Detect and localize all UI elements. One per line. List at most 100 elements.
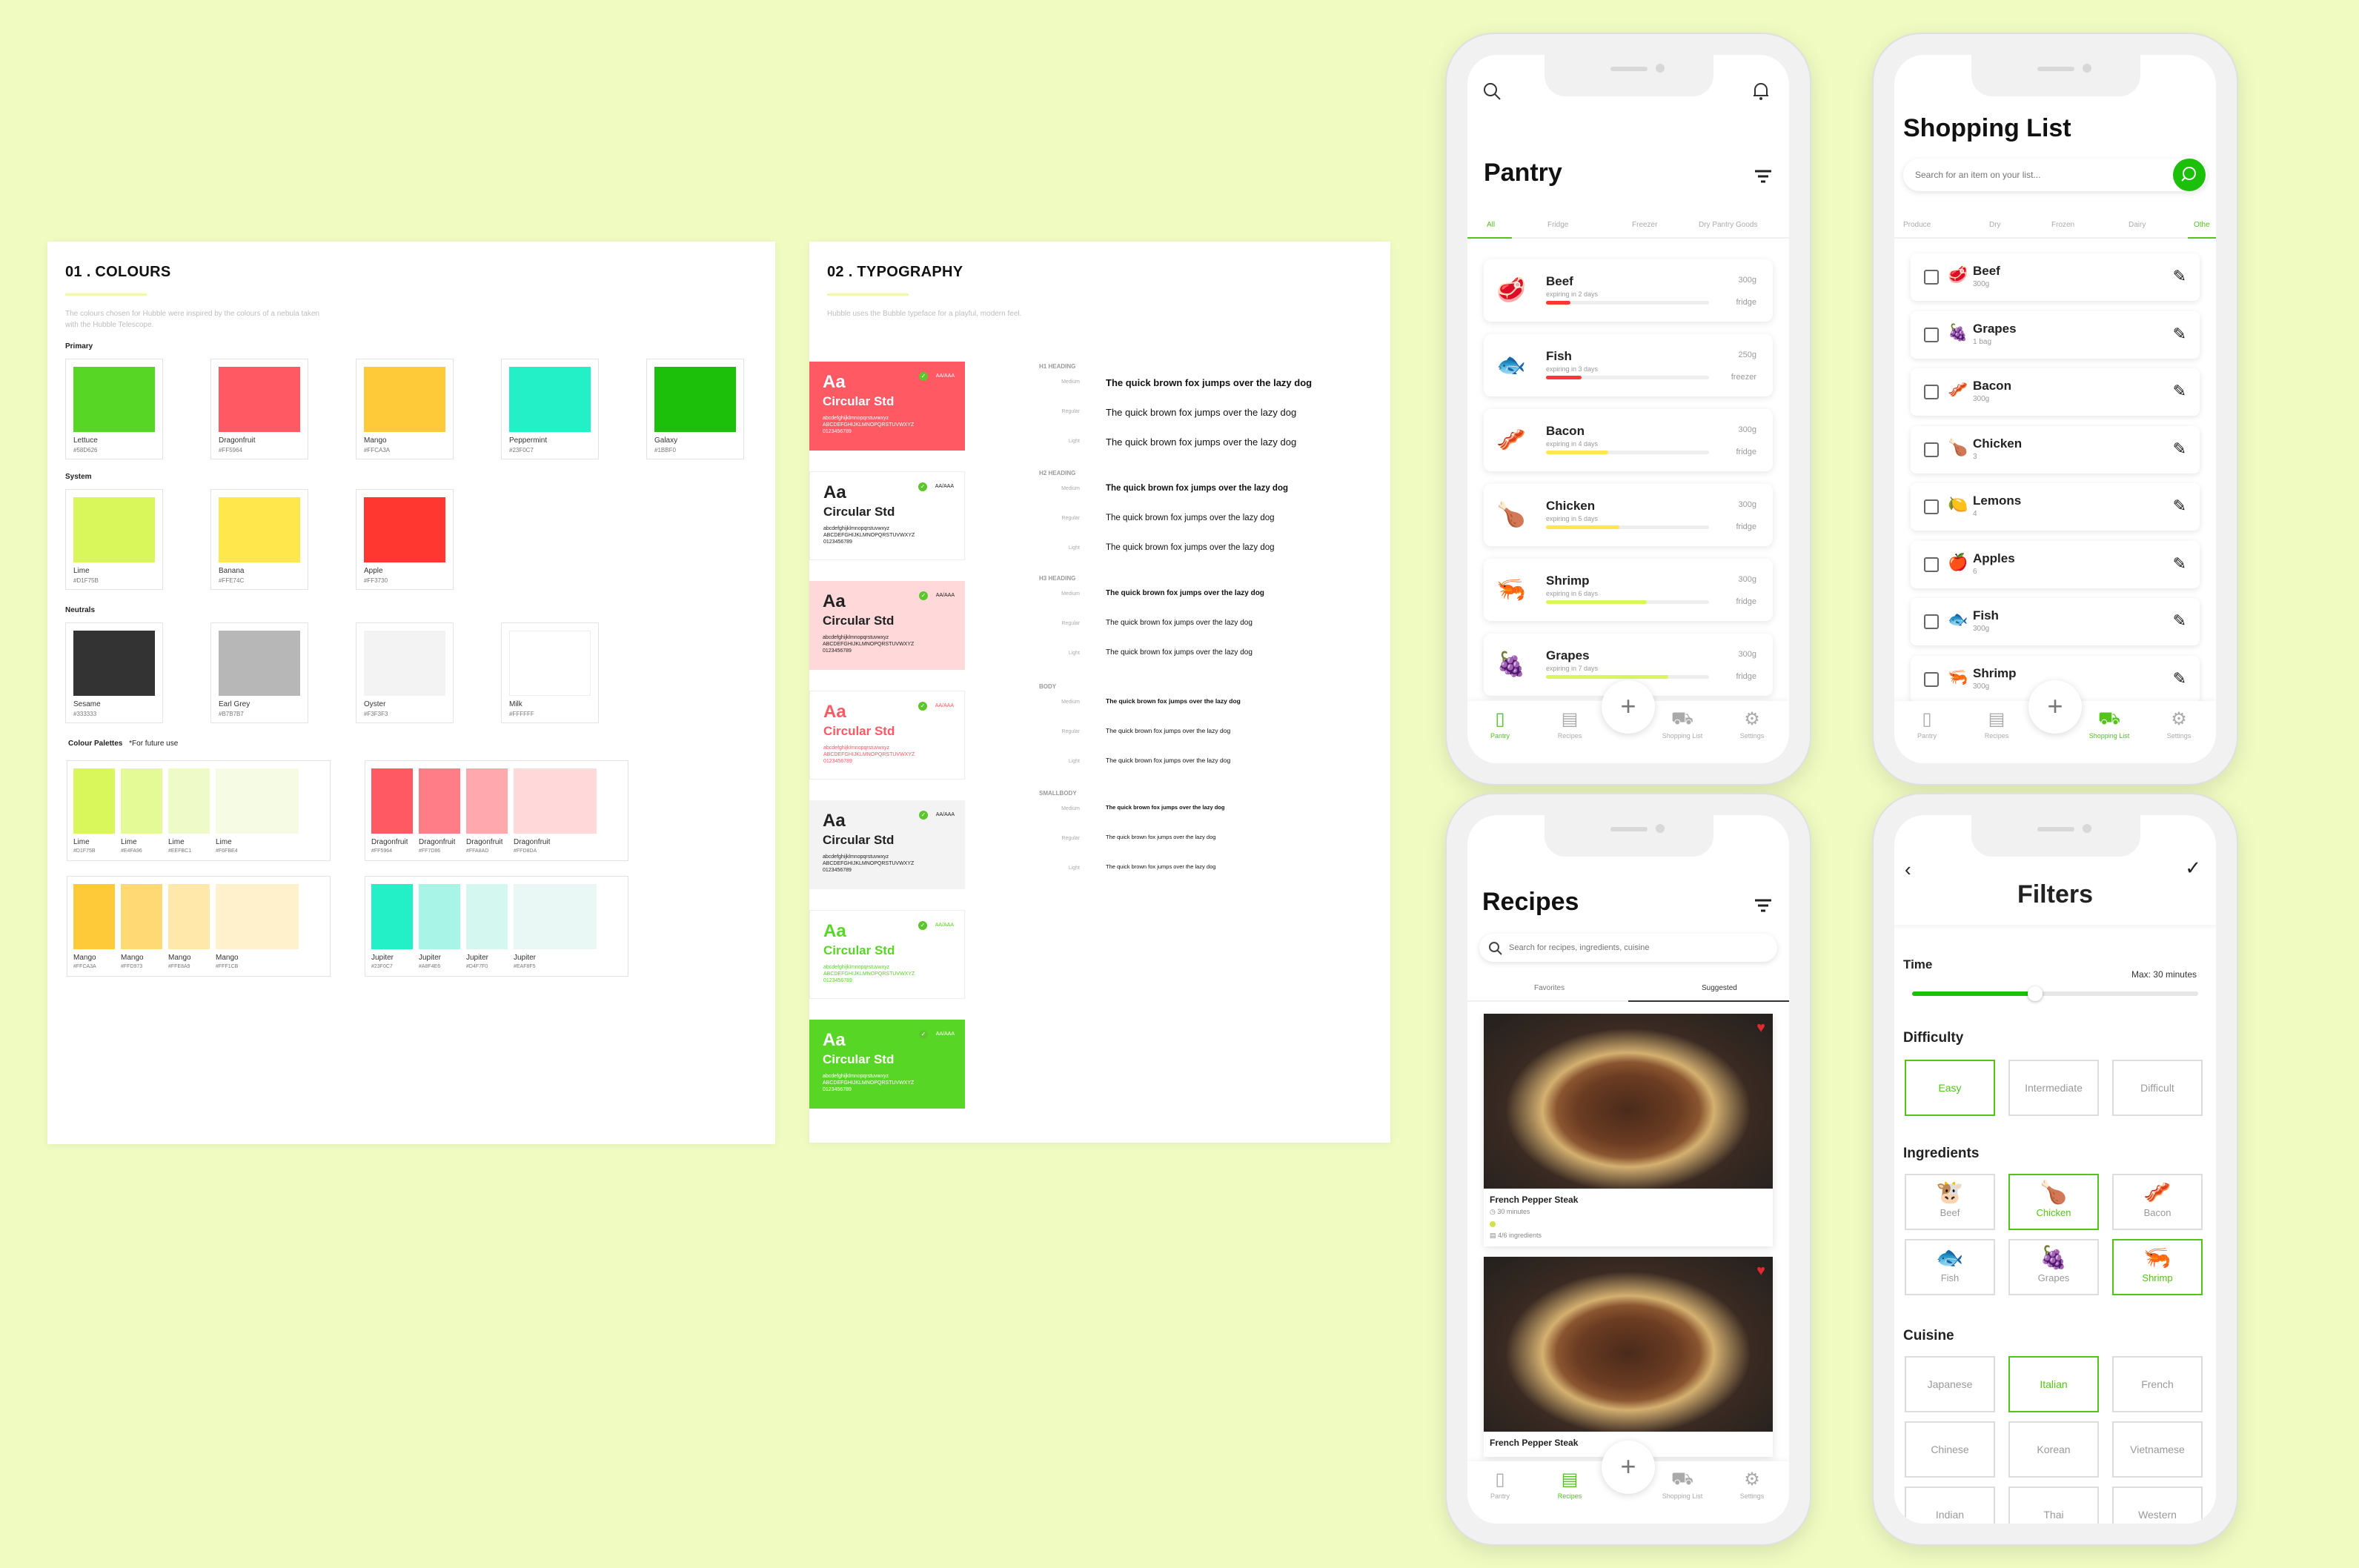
tab-dairy[interactable]: Dairy xyxy=(2129,221,2146,229)
tab-freezer[interactable]: Freezer xyxy=(1632,221,1657,229)
add-button[interactable]: + xyxy=(1602,680,1655,734)
nav-recipes[interactable]: ▤ Recipes xyxy=(1967,708,2026,740)
nav-recipes[interactable]: ▤ Recipes xyxy=(1540,708,1599,740)
edit-icon[interactable]: ✎ xyxy=(2173,382,2186,401)
heart-icon[interactable]: ♥ xyxy=(1756,1263,1765,1280)
shopping-item[interactable]: 🍗 Chicken 3 ✎ xyxy=(1911,425,2200,474)
nav-pantry[interactable]: ▯ Pantry xyxy=(1470,1469,1530,1500)
pantry-item-card[interactable]: 🍗 Chicken expiring in 5 days 300g fridge xyxy=(1484,484,1773,546)
nav-settings[interactable]: ⚙ Settings xyxy=(2149,708,2209,740)
swatch-color xyxy=(509,631,591,696)
pantry-item-card[interactable]: 🦐 Shrimp expiring in 6 days 300g fridge xyxy=(1484,559,1773,621)
time-slider-handle[interactable] xyxy=(2027,986,2043,1001)
heart-icon[interactable]: ♥ xyxy=(1756,1020,1765,1037)
add-button[interactable]: + xyxy=(2028,680,2082,734)
pantry-item-card[interactable]: 🥓 Bacon expiring in 4 days 300g fridge xyxy=(1484,409,1773,471)
nav-recipes[interactable]: ▤ Recipes xyxy=(1540,1469,1599,1500)
difficulty-difficult[interactable]: Difficult xyxy=(2112,1060,2203,1116)
item-checkbox[interactable] xyxy=(1924,270,1939,285)
nav-settings[interactable]: ⚙ Settings xyxy=(1722,1469,1782,1500)
cuisine-option[interactable]: Vietnamese xyxy=(2112,1421,2203,1478)
search-input[interactable] xyxy=(1509,940,1761,956)
nav-pantry[interactable]: ▯ Pantry xyxy=(1897,708,1957,740)
shopping-item[interactable]: 🍇 Grapes 1 bag ✎ xyxy=(1911,310,2200,359)
tab-dry-pantry-goods[interactable]: Dry Pantry Goods xyxy=(1699,221,1757,229)
edit-icon[interactable]: ✎ xyxy=(2173,669,2186,688)
shopping-item[interactable]: 🍋 Lemons 4 ✎ xyxy=(1911,483,2200,531)
add-button[interactable]: + xyxy=(1602,1441,1655,1494)
item-checkbox[interactable] xyxy=(1924,614,1939,629)
recipe-card[interactable]: ♥ French Pepper Steak ◷ 30 minutes ▤ 4/6… xyxy=(1484,1014,1773,1246)
nav-shopping[interactable]: ⛟ Shopping List xyxy=(1653,1469,1712,1500)
time-slider[interactable] xyxy=(1912,986,2198,1001)
item-checkbox[interactable] xyxy=(1924,557,1939,572)
filter-icon[interactable] xyxy=(1754,169,1773,187)
search-bar[interactable] xyxy=(1903,159,2207,191)
item-expiry: expiring in 5 days xyxy=(1546,515,1599,522)
cuisine-option[interactable]: French xyxy=(2112,1356,2203,1412)
tab-fridge[interactable]: Fridge xyxy=(1547,221,1568,229)
cuisine-option[interactable]: Italian xyxy=(2008,1356,2099,1412)
item-checkbox[interactable] xyxy=(1924,385,1939,399)
cuisine-option[interactable]: Western xyxy=(2112,1486,2203,1524)
type-sample-card: Aa Circular Std abcdefghijklmnopqrstuvwxyz… xyxy=(809,910,965,999)
cuisine-option[interactable]: Chinese xyxy=(1905,1421,1995,1478)
cuisine-option[interactable]: Japanese xyxy=(1905,1356,1995,1412)
shopping-item[interactable]: 🥩 Beef 300g ✎ xyxy=(1911,253,2200,301)
tab-dry[interactable]: Dry xyxy=(1989,221,2001,229)
shopping-item[interactable]: 🥓 Bacon 300g ✎ xyxy=(1911,368,2200,416)
search-icon[interactable] xyxy=(1482,82,1502,104)
ingredient-option[interactable]: 🐟 Fish xyxy=(1905,1239,1995,1295)
tab-frozen[interactable]: Frozen xyxy=(2051,221,2074,229)
swatch-color xyxy=(73,497,155,562)
item-location: fridge xyxy=(1736,448,1756,456)
item-checkbox[interactable] xyxy=(1924,442,1939,457)
search-button[interactable] xyxy=(2173,159,2206,191)
filter-icon[interactable] xyxy=(1754,898,1773,916)
item-checkbox[interactable] xyxy=(1924,671,1939,687)
type-scale-weight: Light xyxy=(1068,866,1080,871)
difficulty-easy[interactable]: Easy xyxy=(1905,1060,1995,1116)
cuisine-option[interactable]: Thai xyxy=(2008,1486,2099,1524)
swatch-card: Galaxy #1BBF0 xyxy=(646,359,744,459)
tab-other[interactable]: Othe xyxy=(2194,221,2210,229)
edit-icon[interactable]: ✎ xyxy=(2173,439,2186,459)
ingredient-option[interactable]: 🐮 Beef xyxy=(1905,1174,1995,1230)
check-icon[interactable]: ✓ xyxy=(2185,857,2201,880)
search-input[interactable] xyxy=(1915,166,2152,184)
edit-icon[interactable]: ✎ xyxy=(2173,611,2186,631)
tab-suggested[interactable]: Suggested xyxy=(1702,984,1737,992)
edit-icon[interactable]: ✎ xyxy=(2173,325,2186,344)
pantry-item-card[interactable]: 🥩 Beef expiring in 2 days 300g fridge xyxy=(1484,259,1773,322)
tab-all[interactable]: All xyxy=(1487,221,1495,229)
edit-icon[interactable]: ✎ xyxy=(2173,267,2186,286)
recipe-card[interactable]: ♥ French Pepper Steak xyxy=(1484,1257,1773,1457)
ingredient-option[interactable]: 🦐 Shrimp xyxy=(2112,1239,2203,1295)
item-checkbox[interactable] xyxy=(1924,499,1939,514)
nav-pantry[interactable]: ▯ Pantry xyxy=(1470,708,1530,740)
edit-icon[interactable]: ✎ xyxy=(2173,554,2186,574)
cuisine-option[interactable]: Indian xyxy=(1905,1486,1995,1524)
pantry-item-card[interactable]: 🐟 Fish expiring in 3 days 250g freezer xyxy=(1484,334,1773,396)
nav-shopping[interactable]: ⛟ Shopping List xyxy=(2080,708,2139,740)
nav-recipes-label: Recipes xyxy=(1557,1492,1582,1500)
cuisine-label: Cuisine xyxy=(1903,1328,1954,1343)
nav-settings[interactable]: ⚙ Settings xyxy=(1722,708,1782,740)
palette-color xyxy=(466,884,508,949)
cuisine-option[interactable]: Korean xyxy=(2008,1421,2099,1478)
shopping-item[interactable]: 🐟 Fish 300g ✎ xyxy=(1911,598,2200,645)
tab-produce[interactable]: Produce xyxy=(1903,221,1931,229)
item-checkbox[interactable] xyxy=(1924,327,1939,342)
bell-icon[interactable] xyxy=(1752,82,1770,104)
difficulty-intermediate[interactable]: Intermediate xyxy=(2008,1060,2099,1116)
ingredient-option[interactable]: 🍇 Grapes xyxy=(2008,1239,2099,1295)
ingredient-option[interactable]: 🥓 Bacon xyxy=(2112,1174,2203,1230)
pantry-screen: Pantry All Fridge Freezer Dry Pantry Goo… xyxy=(1467,55,1789,763)
edit-icon[interactable]: ✎ xyxy=(2173,496,2186,516)
ingredient-option[interactable]: 🍗 Chicken xyxy=(2008,1174,2099,1230)
search-bar[interactable] xyxy=(1479,934,1777,962)
back-icon[interactable]: ‹ xyxy=(1905,858,1911,881)
tab-favorites[interactable]: Favorites xyxy=(1534,984,1565,992)
nav-shopping[interactable]: ⛟ Shopping List xyxy=(1653,708,1712,740)
shopping-item[interactable]: 🍎 Apples 6 ✎ xyxy=(1911,540,2200,588)
